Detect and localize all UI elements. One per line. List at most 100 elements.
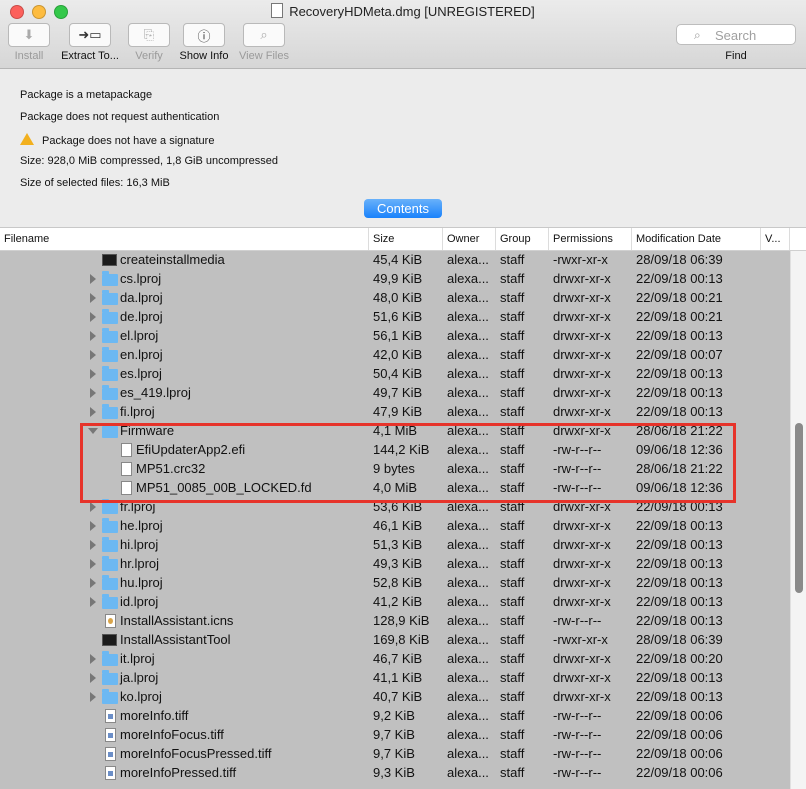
disclosure-closed-icon[interactable] (90, 407, 96, 417)
date-cell: 22/09/18 00:13 (636, 594, 723, 609)
contents-button[interactable]: Contents (364, 199, 442, 218)
date-cell: 22/09/18 00:13 (636, 575, 723, 590)
disclosure-closed-icon[interactable] (90, 597, 96, 607)
show-info-tool[interactable]: ⓘ Show Info (176, 23, 232, 62)
table-row[interactable]: InstallAssistant.icns 128,9 KiB alexa... st… (0, 612, 790, 631)
permissions-cell: -rw-r--r-- (553, 746, 602, 761)
disclosure-closed-icon[interactable] (90, 540, 96, 550)
table-row[interactable]: es_419.lproj 49,7 KiB alexa... staff drwxr-x… (0, 384, 790, 403)
owner-cell: alexa... (447, 385, 489, 400)
disclosure-closed-icon[interactable] (90, 274, 96, 284)
table-row[interactable]: el.lproj 56,1 KiB alexa... staff drwxr-xr-x 2… (0, 327, 790, 346)
date-cell: 22/09/18 00:06 (636, 765, 723, 780)
table-row[interactable]: da.lproj 48,0 KiB alexa... staff drwxr-xr-x 2… (0, 289, 790, 308)
column-owner[interactable]: Owner (443, 228, 496, 250)
group-cell: staff (500, 271, 525, 286)
extract-tool[interactable]: ➜▭ Extract To... (56, 23, 124, 62)
column-modification-date[interactable]: Modification Date (632, 228, 761, 250)
vertical-scrollbar[interactable] (790, 251, 806, 789)
show-info-label: Show Info (179, 50, 229, 62)
folder-icon (102, 670, 118, 685)
filename-cell: createinstallmedia (120, 252, 225, 267)
table-row[interactable]: moreInfoPressed.tiff 9,3 KiB alexa... staff… (0, 764, 790, 783)
disclosure-closed-icon[interactable] (90, 312, 96, 322)
date-cell: 22/09/18 00:13 (636, 689, 723, 704)
info-signature-text: Package does not have a signature (42, 135, 215, 147)
column-group[interactable]: Group (496, 228, 549, 250)
disclosure-closed-icon[interactable] (90, 521, 96, 531)
exec-icon (102, 254, 117, 266)
table-row[interactable]: en.lproj 42,0 KiB alexa... staff drwxr-xr-x 2… (0, 346, 790, 365)
table-row[interactable]: it.lproj 46,7 KiB alexa... staff drwxr-xr-x 2… (0, 650, 790, 669)
install-tool[interactable]: ⬇ Install (8, 23, 50, 62)
column-permissions[interactable]: Permissions (549, 228, 632, 250)
download-arrow-icon[interactable]: ⬇ (8, 23, 50, 47)
size-cell: 48,0 KiB (373, 290, 423, 305)
table-row[interactable]: cs.lproj 49,9 KiB alexa... staff drwxr-xr-x 2… (0, 270, 790, 289)
title-bar: RecoveryHDMeta.dmg [UNREGISTERED] ⬇ Inst… (0, 0, 806, 69)
size-cell: 51,3 KiB (373, 537, 423, 552)
permissions-cell: drwxr-xr-x (553, 518, 611, 533)
disclosure-closed-icon[interactable] (90, 673, 96, 683)
table-row[interactable]: moreInfoFocus.tiff 9,7 KiB alexa... staff -r… (0, 726, 790, 745)
disclosure-closed-icon[interactable] (90, 578, 96, 588)
table-row[interactable]: hu.lproj 52,8 KiB alexa... staff drwxr-xr-x 2… (0, 574, 790, 593)
disclosure-closed-icon[interactable] (90, 369, 96, 379)
disclosure-closed-icon[interactable] (90, 692, 96, 702)
tiff-icon (105, 766, 116, 780)
table-row[interactable]: hi.lproj 51,3 KiB alexa... staff drwxr-xr-x 2… (0, 536, 790, 555)
column-version[interactable]: V... (761, 228, 790, 250)
table-row[interactable]: de.lproj 51,6 KiB alexa... staff drwxr-xr-x 2… (0, 308, 790, 327)
disclosure-closed-icon[interactable] (90, 331, 96, 341)
permissions-cell: drwxr-xr-x (553, 556, 611, 571)
disclosure-closed-icon[interactable] (90, 559, 96, 569)
date-cell: 22/09/18 00:21 (636, 309, 723, 324)
table-row[interactable]: hr.lproj 49,3 KiB alexa... staff drwxr-xr-x 2… (0, 555, 790, 574)
disclosure-closed-icon[interactable] (90, 502, 96, 512)
size-cell: 47,9 KiB (373, 404, 423, 419)
magnifier-icon[interactable]: ⌕ (243, 23, 285, 47)
scroll-thumb[interactable] (795, 423, 803, 593)
column-filename[interactable]: Filename (0, 228, 369, 250)
permissions-cell: drwxr-xr-x (553, 594, 611, 609)
disclosure-closed-icon[interactable] (90, 350, 96, 360)
table-row[interactable]: moreInfo.tiff 9,2 KiB alexa... staff -rw-r--… (0, 707, 790, 726)
owner-cell: alexa... (447, 347, 489, 362)
view-files-tool[interactable]: ⌕ View Files (236, 23, 292, 62)
table-row[interactable]: moreInfoFocusPressed.tiff 9,7 KiB alexa...… (0, 745, 790, 764)
owner-cell: alexa... (447, 613, 489, 628)
folder-icon (102, 271, 118, 286)
extract-folder-icon[interactable]: ➜▭ (69, 23, 111, 47)
permissions-cell: drwxr-xr-x (553, 537, 611, 552)
owner-cell: alexa... (447, 309, 489, 324)
owner-cell: alexa... (447, 689, 489, 704)
permissions-cell: drwxr-xr-x (553, 271, 611, 286)
table-row[interactable]: InstallAssistantTool 169,8 KiB alexa... sta… (0, 631, 790, 650)
verify-tool[interactable]: ⎘ Verify (128, 23, 170, 62)
date-cell: 22/09/18 00:13 (636, 537, 723, 552)
table-row[interactable]: id.lproj 41,2 KiB alexa... staff drwxr-xr-x 2… (0, 593, 790, 612)
disclosure-closed-icon[interactable] (90, 654, 96, 664)
table-row[interactable]: ko.lproj 40,7 KiB alexa... staff drwxr-xr-x 2… (0, 688, 790, 707)
table-row[interactable]: es.lproj 50,4 KiB alexa... staff drwxr-xr-x 2… (0, 365, 790, 384)
table-row[interactable]: ja.lproj 41,1 KiB alexa... staff drwxr-xr-x 2… (0, 669, 790, 688)
search-field[interactable]: ⌕ Search (676, 24, 796, 45)
disclosure-closed-icon[interactable] (90, 388, 96, 398)
table-row[interactable]: he.lproj 46,1 KiB alexa... staff drwxr-xr-x 2… (0, 517, 790, 536)
search-icon: ⌕ (694, 28, 701, 42)
filename-cell: hu.lproj (120, 575, 163, 590)
date-cell: 22/09/18 00:06 (636, 708, 723, 723)
info-icon[interactable]: ⓘ (183, 23, 225, 47)
filename-cell: cs.lproj (120, 271, 162, 286)
table-row[interactable]: createinstallmedia 45,4 KiB alexa... staff -… (0, 251, 790, 270)
table-row[interactable]: fi.lproj 47,9 KiB alexa... staff drwxr-xr-x 2… (0, 403, 790, 422)
disclosure-closed-icon[interactable] (90, 293, 96, 303)
column-size[interactable]: Size (369, 228, 443, 250)
verify-icon[interactable]: ⎘ (128, 23, 170, 47)
permissions-cell: drwxr-xr-x (553, 290, 611, 305)
group-cell: staff (500, 290, 525, 305)
tiff-icon (105, 709, 116, 723)
date-cell: 22/09/18 00:13 (636, 385, 723, 400)
date-cell: 28/09/18 06:39 (636, 632, 723, 647)
size-cell: 41,2 KiB (373, 594, 423, 609)
